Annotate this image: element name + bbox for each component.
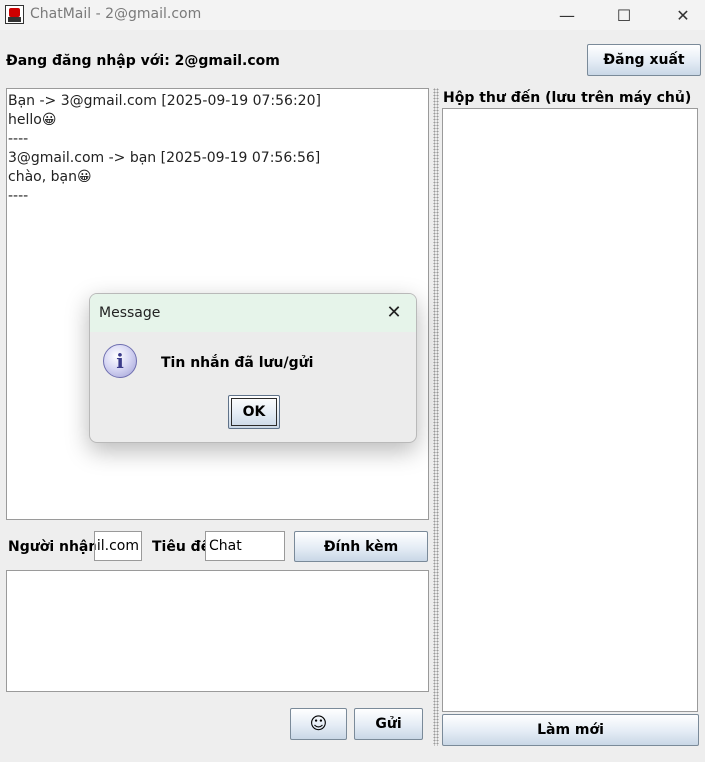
subject-input[interactable]: Chat: [205, 531, 285, 561]
subject-value: Chat: [209, 538, 242, 554]
send-button[interactable]: Gửi: [354, 708, 423, 740]
subject-label: Tiêu đề: [152, 539, 211, 555]
recipient-value: ail.com: [95, 538, 139, 554]
dialog-title: Message: [99, 305, 161, 321]
minimize-button[interactable]: —: [540, 0, 594, 30]
message-body-input[interactable]: [6, 570, 429, 692]
maximize-button[interactable]: ☐: [597, 0, 651, 30]
attach-button[interactable]: Đính kèm: [294, 531, 428, 562]
message-dialog: Message ✕ i Tin nhắn đã lưu/gửi OK: [89, 293, 417, 443]
app-icon: [5, 5, 24, 24]
recipient-input[interactable]: ail.com: [94, 531, 142, 561]
window-title: ChatMail - 2@gmail.com: [30, 6, 202, 22]
close-window-button[interactable]: ✕: [656, 0, 705, 30]
dialog-close-icon[interactable]: ✕: [382, 300, 406, 324]
inbox-header: Hộp thư đến (lưu trên máy chủ): [443, 90, 692, 106]
recipient-label: Người nhận: [8, 539, 99, 555]
info-icon: i: [103, 344, 137, 378]
chat-history-text: Bạn -> 3@gmail.com [2025-09-19 07:56:20]…: [8, 93, 321, 204]
split-pane-divider[interactable]: [433, 88, 439, 746]
logout-button[interactable]: Đăng xuất: [587, 44, 701, 76]
dialog-message: Tin nhắn đã lưu/gửi: [161, 355, 314, 371]
inbox-list[interactable]: [442, 108, 698, 712]
refresh-button[interactable]: Làm mới: [442, 714, 699, 746]
emoji-button[interactable]: ☺: [290, 708, 347, 740]
logged-in-label: Đang đăng nhập với: 2@gmail.com: [6, 53, 280, 69]
dialog-title-bar: Message ✕: [90, 294, 416, 332]
ok-button[interactable]: OK: [228, 395, 280, 429]
